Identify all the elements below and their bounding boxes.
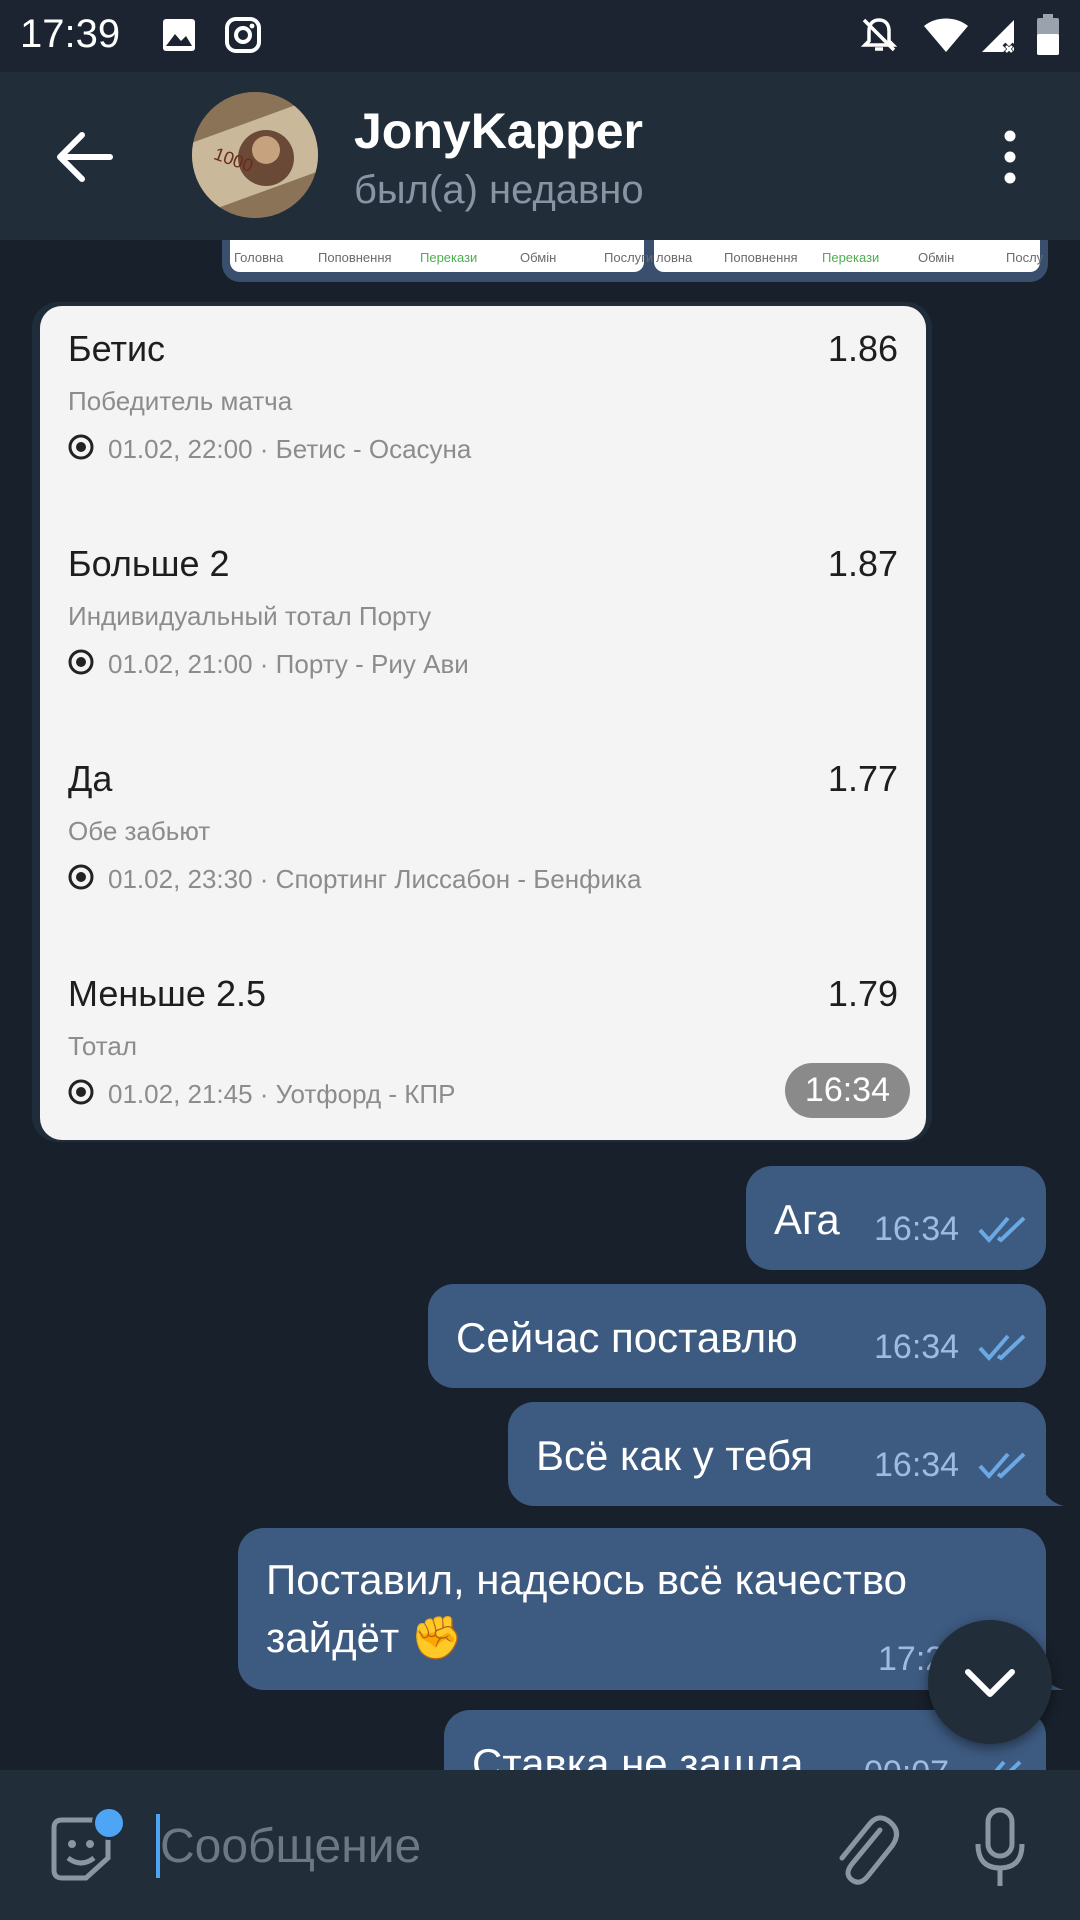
bet-name: Да (68, 758, 113, 799)
bet-match: 01.02, 22:00 · Бетис - Осасуна (108, 434, 472, 464)
signal-icon (982, 20, 1016, 56)
bet-odd: 1.79 (827, 973, 898, 1014)
chat-title[interactable]: JonyKapper (354, 102, 643, 160)
nav-label: Перекази (420, 250, 478, 265)
message-time: 16:34 (874, 1446, 960, 1484)
message-text-line: Поставил, надеюсь всё качество (266, 1556, 908, 1603)
bet-match: 01.02, 21:00 · Порту - Риу Ави (108, 649, 469, 679)
message-list[interactable]: Головна Поповнення Перекази Обмін Послуг… (0, 240, 1080, 1770)
status-time: 17:39 (20, 12, 121, 56)
soccer-ball-icon (68, 649, 94, 675)
bet-type: Обе забьют (68, 816, 211, 846)
bet-match: 01.02, 21:45 · Уотфорд - КПР (108, 1079, 456, 1109)
status-bar: 17:39 (0, 0, 1080, 72)
outgoing-message[interactable]: Всё как у тебя 16:34 (508, 1402, 1064, 1506)
bet-item: Больше 2 1.87 Индивидуальный тотал Порту… (68, 543, 898, 743)
screenshot-right: ловна Поповнення Перекази Обмін Послу (654, 240, 1044, 272)
message-text: Ставка не зашла (472, 1740, 804, 1770)
soccer-ball-icon (68, 434, 94, 460)
double-check-icon (978, 1452, 1026, 1480)
bet-odd: 1.86 (827, 328, 898, 369)
nav-label: Обмін (918, 250, 955, 265)
bet-slip-image[interactable]: Бетис 1.86 Победитель матча 01.02, 22:00… (40, 306, 926, 1140)
scroll-down-button[interactable] (928, 1620, 1052, 1744)
bet-match: 01.02, 23:30 · Спортинг Лиссабон - Бенфи… (108, 864, 642, 894)
outgoing-message[interactable]: Ага 16:34 (746, 1166, 1046, 1270)
chevron-down-icon (965, 1669, 1015, 1697)
double-check-icon (978, 1216, 1026, 1244)
bet-name: Меньше 2.5 (68, 973, 266, 1014)
message-input-bar (0, 1770, 1080, 1920)
soccer-ball-icon (68, 864, 94, 890)
message-time: 16:34 (874, 1328, 960, 1366)
notifications-off-icon (860, 18, 898, 52)
bubble-tail (1040, 1482, 1064, 1506)
nav-label: ловна (656, 250, 693, 265)
message-text-line: зайдёт ✊ (266, 1614, 464, 1661)
bet-type: Индивидуальный тотал Порту (68, 601, 432, 631)
bet-type: Тотал (68, 1031, 137, 1061)
message-input[interactable] (160, 1814, 800, 1878)
nav-label: Послу (1006, 250, 1044, 265)
nav-label: Поповнення (724, 250, 798, 265)
nav-label: Послуги (604, 250, 654, 265)
banknote-avatar-image: 1000 (192, 92, 318, 218)
chat-header: 1000 JonyKapper был(а) недавно (0, 72, 1080, 240)
nav-label: Перекази (822, 250, 880, 265)
back-arrow-icon[interactable] (48, 122, 118, 192)
more-options-icon[interactable] (990, 122, 1030, 192)
message-time: 16:34 (784, 1063, 910, 1118)
nav-label: Головна (234, 250, 284, 265)
double-check-icon (978, 1334, 1026, 1362)
screenshot-left: Головна Поповнення Перекази Обмін Послуг… (230, 240, 653, 272)
instagram-notification-icon (225, 17, 261, 53)
gallery-notification-icon (163, 19, 195, 51)
soccer-ball-icon (68, 1079, 94, 1105)
wifi-icon (924, 18, 968, 52)
bet-name: Бетис (68, 328, 166, 369)
paperclip-icon[interactable] (830, 1808, 900, 1888)
bet-odd: 1.77 (827, 758, 898, 799)
bet-item: Да 1.77 Обе забьют 01.02, 23:30 · Спорти… (68, 758, 898, 958)
previous-image-message[interactable]: Головна Поповнення Перекази Обмін Послуг… (222, 240, 1048, 282)
outgoing-message[interactable]: Поставил, надеюсь всё качество зайдёт ✊ … (238, 1528, 1064, 1690)
message-text: Ага (774, 1196, 840, 1243)
microphone-icon[interactable] (970, 1806, 1030, 1890)
bet-odd: 1.87 (827, 543, 898, 584)
outgoing-message[interactable]: Сейчас поставлю 16:34 (428, 1284, 1046, 1388)
message-text: Всё как у тебя (536, 1432, 813, 1479)
new-stickers-badge (92, 1806, 126, 1840)
double-check-icon (994, 1760, 1022, 1770)
bet-item: Бетис 1.86 Победитель матча 01.02, 22:00… (68, 328, 898, 528)
nav-label: Обмін (520, 250, 557, 265)
message-time: 16:34 (874, 1210, 960, 1248)
bet-type: Победитель матча (68, 386, 293, 416)
nav-label: Поповнення (318, 250, 392, 265)
bet-item: Меньше 2.5 1.79 Тотал 01.02, 21:45 · Уот… (68, 973, 898, 1140)
message-time: 00:07 (864, 1754, 949, 1770)
bet-name: Больше 2 (68, 543, 230, 584)
chat-status: был(а) недавно (354, 168, 644, 212)
battery-icon (1037, 14, 1059, 55)
message-text: Сейчас поставлю (456, 1314, 798, 1361)
avatar[interactable]: 1000 (192, 92, 318, 218)
